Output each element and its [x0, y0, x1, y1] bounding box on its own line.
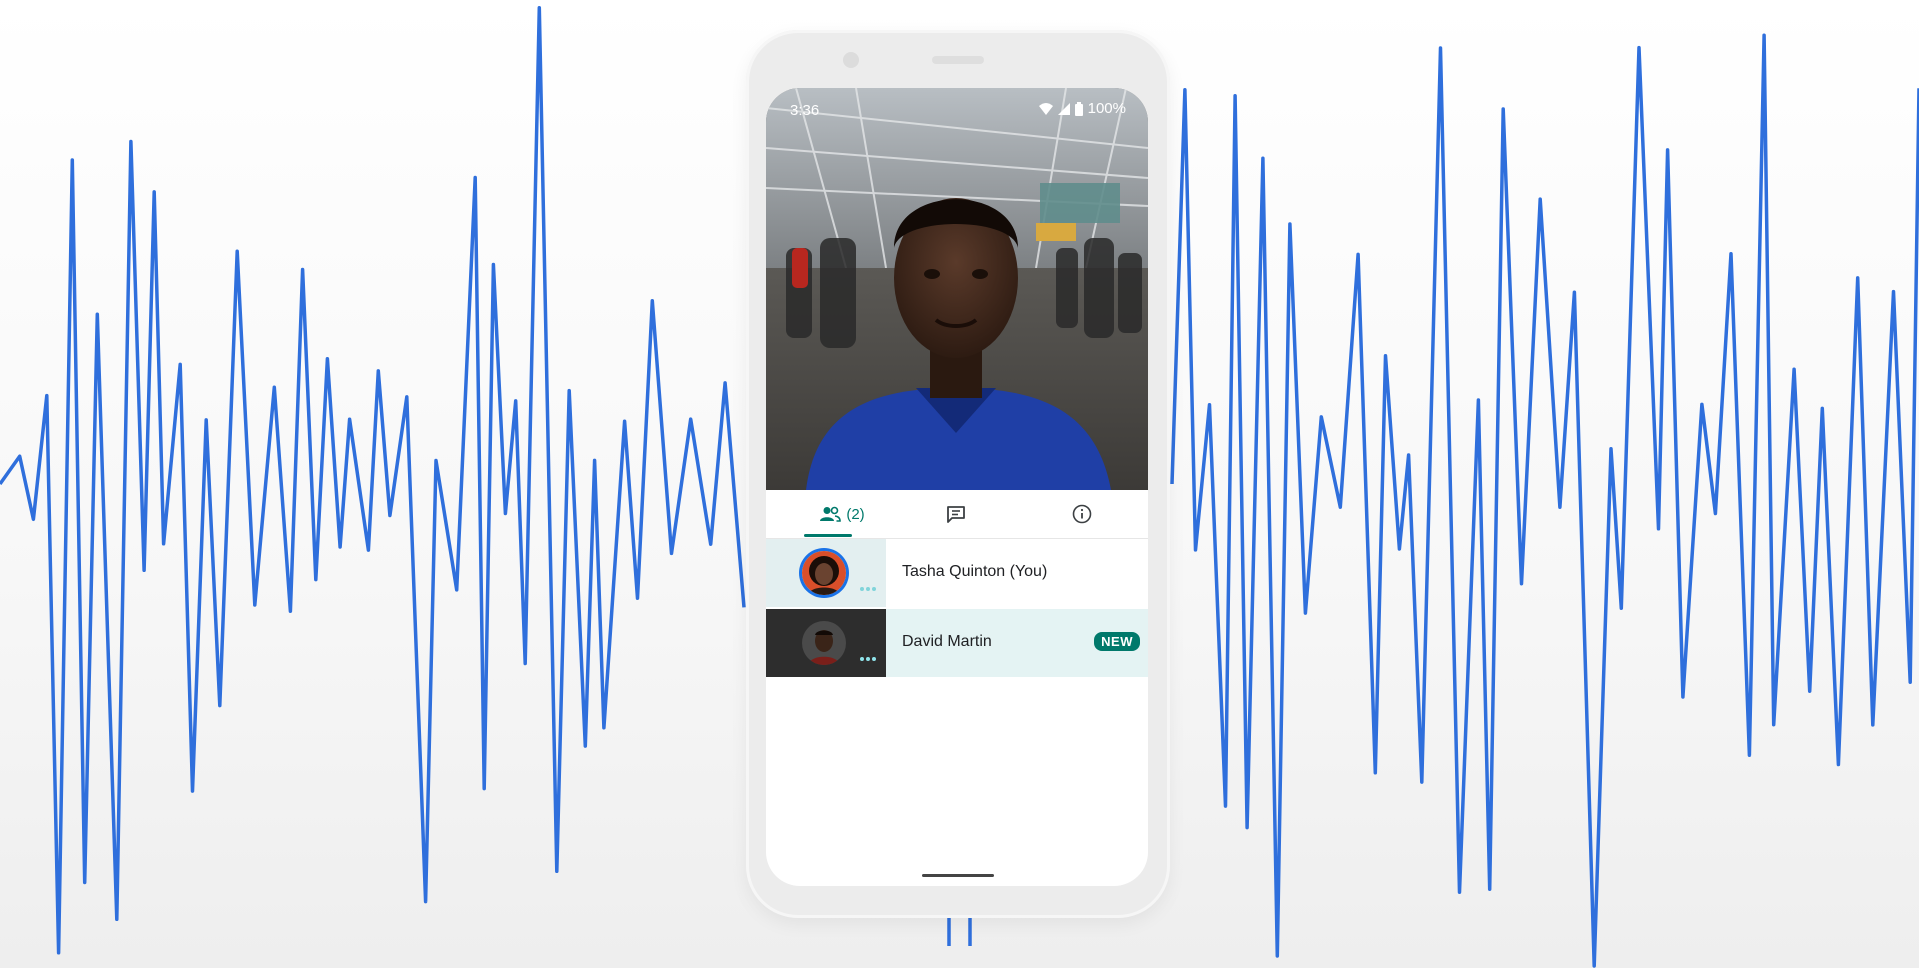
participant-row-new[interactable]: David Martin NEW	[766, 609, 1148, 677]
status-icons: 100%	[1038, 100, 1126, 117]
participant-tile	[766, 539, 886, 607]
participant-row-you[interactable]: Tasha Quinton (You)	[766, 539, 1148, 607]
people-icon	[820, 506, 842, 522]
earpiece-speaker	[932, 56, 984, 64]
home-indicator[interactable]	[922, 874, 994, 877]
audio-level-indicator	[860, 587, 876, 591]
phone-frame: 3:36 100% (2) Tasha Quinton (You) David …	[746, 30, 1170, 918]
info-icon	[1072, 504, 1092, 524]
battery-icon	[1074, 101, 1083, 116]
front-camera	[843, 52, 859, 68]
waveform-right	[1170, 33, 1919, 968]
cellular-signal-icon	[1057, 102, 1070, 115]
audio-level-indicator	[860, 657, 876, 661]
new-badge: NEW	[1094, 632, 1140, 651]
selected-tab-indicator	[804, 534, 852, 537]
meeting-tabs: (2)	[766, 490, 1148, 539]
chat-icon	[947, 506, 965, 523]
tab-info[interactable]	[1050, 490, 1114, 538]
participant-count: (2)	[846, 505, 865, 523]
video-frame-image	[766, 88, 1148, 490]
participant-name: David Martin	[902, 633, 992, 650]
video-feed[interactable]: 3:36 100%	[766, 88, 1148, 490]
tab-people[interactable]: (2)	[796, 490, 888, 538]
battery-percent: 100%	[1087, 100, 1126, 117]
avatar	[802, 621, 846, 665]
tab-chat[interactable]	[924, 490, 988, 538]
phone-screen: 3:36 100% (2) Tasha Quinton (You) David …	[766, 88, 1148, 886]
status-time: 3:36	[790, 102, 820, 119]
waveform-left	[0, 5, 746, 955]
wifi-icon	[1038, 102, 1053, 115]
participant-name: Tasha Quinton (You)	[902, 563, 1048, 580]
avatar	[802, 551, 846, 595]
participant-list: Tasha Quinton (You) David Martin NEW	[766, 539, 1148, 679]
status-bar: 3:36 100%	[766, 88, 1148, 128]
participant-tile	[766, 609, 886, 677]
